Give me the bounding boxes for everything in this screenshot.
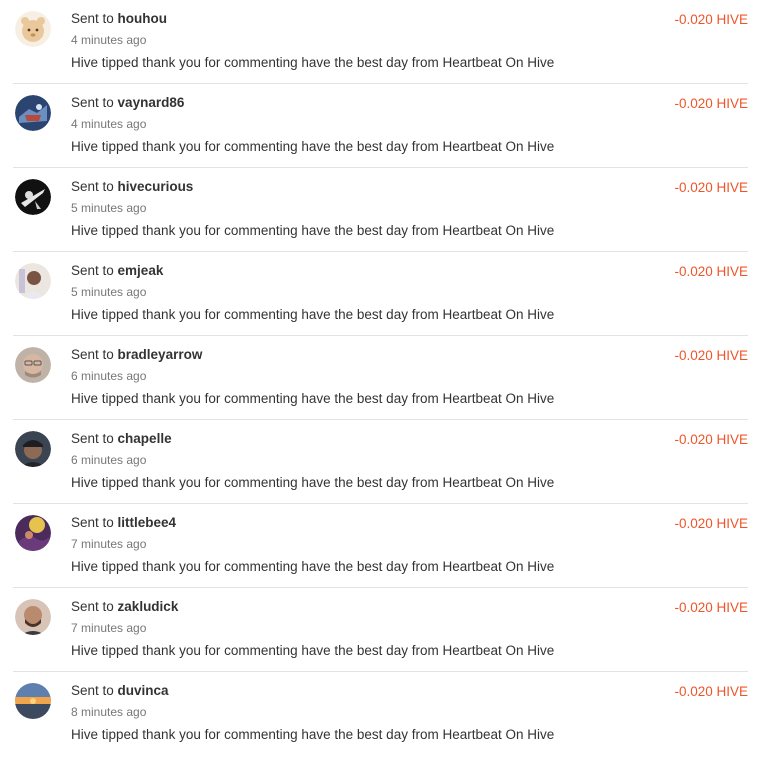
sent-to-label: Sent to [71, 263, 114, 278]
recipient-line: Sent to bradleyarrow [71, 347, 202, 363]
hivecurious-avatar[interactable] [15, 179, 51, 215]
timestamp: 6 minutes ago [71, 453, 147, 467]
transaction-row: Sent to vaynard86 4 minutes ago Hive tip… [13, 84, 748, 168]
amount: -0.020 HIVE [674, 348, 748, 363]
timestamp: 7 minutes ago [71, 621, 147, 635]
transaction-list: Sent to houhou 4 minutes ago Hive tipped… [0, 0, 768, 756]
timestamp: 8 minutes ago [71, 705, 147, 719]
transaction-row: Sent to emjeak 5 minutes ago Hive tipped… [13, 252, 748, 336]
recipient-line: Sent to littlebee4 [71, 515, 176, 531]
recipient-username[interactable]: bradleyarrow [118, 347, 203, 362]
amount: -0.020 HIVE [674, 96, 748, 111]
recipient-username[interactable]: duvinca [118, 683, 169, 698]
transaction-row: Sent to zakludick 7 minutes ago Hive tip… [13, 588, 748, 672]
timestamp: 4 minutes ago [71, 117, 147, 131]
recipient-line: Sent to vaynard86 [71, 95, 184, 111]
timestamp: 7 minutes ago [71, 537, 147, 551]
sent-to-label: Sent to [71, 599, 114, 614]
memo-text: Hive tipped thank you for commenting hav… [71, 139, 555, 154]
amount: -0.020 HIVE [674, 12, 748, 27]
recipient-username[interactable]: chapelle [118, 431, 172, 446]
chapelle-avatar[interactable] [15, 431, 51, 467]
transaction-row: Sent to bradleyarrow 6 minutes ago Hive … [13, 336, 748, 420]
emjeak-avatar[interactable] [15, 263, 51, 299]
amount: -0.020 HIVE [674, 684, 748, 699]
memo-text: Hive tipped thank you for commenting hav… [71, 559, 555, 574]
memo-text: Hive tipped thank you for commenting hav… [71, 643, 555, 658]
recipient-username[interactable]: zakludick [118, 599, 179, 614]
duvinca-avatar[interactable] [15, 683, 51, 719]
timestamp: 6 minutes ago [71, 369, 147, 383]
memo-text: Hive tipped thank you for commenting hav… [71, 391, 555, 406]
sent-to-label: Sent to [71, 683, 114, 698]
transaction-row: Sent to duvinca 8 minutes ago Hive tippe… [13, 672, 748, 756]
transaction-row: Sent to hivecurious 5 minutes ago Hive t… [13, 168, 748, 252]
recipient-line: Sent to houhou [71, 11, 167, 27]
timestamp: 5 minutes ago [71, 285, 147, 299]
memo-text: Hive tipped thank you for commenting hav… [71, 727, 555, 742]
recipient-line: Sent to chapelle [71, 431, 172, 447]
timestamp: 4 minutes ago [71, 33, 147, 47]
vaynard86-avatar[interactable] [15, 95, 51, 131]
houhou-avatar[interactable] [15, 11, 51, 47]
recipient-line: Sent to duvinca [71, 683, 169, 699]
recipient-line: Sent to zakludick [71, 599, 178, 615]
transaction-row: Sent to houhou 4 minutes ago Hive tipped… [13, 0, 748, 84]
sent-to-label: Sent to [71, 431, 114, 446]
recipient-username[interactable]: littlebee4 [118, 515, 177, 530]
recipient-line: Sent to hivecurious [71, 179, 193, 195]
recipient-username[interactable]: vaynard86 [118, 95, 185, 110]
bradleyarrow-avatar[interactable] [15, 347, 51, 383]
recipient-line: Sent to emjeak [71, 263, 163, 279]
recipient-username[interactable]: emjeak [118, 263, 164, 278]
sent-to-label: Sent to [71, 179, 114, 194]
transaction-row: Sent to chapelle 6 minutes ago Hive tipp… [13, 420, 748, 504]
littlebee4-avatar[interactable] [15, 515, 51, 551]
transaction-row: Sent to littlebee4 7 minutes ago Hive ti… [13, 504, 748, 588]
zakludick-avatar[interactable] [15, 599, 51, 635]
amount: -0.020 HIVE [674, 516, 748, 531]
amount: -0.020 HIVE [674, 264, 748, 279]
timestamp: 5 minutes ago [71, 201, 147, 215]
amount: -0.020 HIVE [674, 180, 748, 195]
memo-text: Hive tipped thank you for commenting hav… [71, 55, 555, 70]
sent-to-label: Sent to [71, 515, 114, 530]
amount: -0.020 HIVE [674, 600, 748, 615]
recipient-username[interactable]: houhou [118, 11, 167, 26]
memo-text: Hive tipped thank you for commenting hav… [71, 475, 555, 490]
amount: -0.020 HIVE [674, 432, 748, 447]
sent-to-label: Sent to [71, 11, 114, 26]
memo-text: Hive tipped thank you for commenting hav… [71, 223, 555, 238]
recipient-username[interactable]: hivecurious [118, 179, 194, 194]
sent-to-label: Sent to [71, 95, 114, 110]
sent-to-label: Sent to [71, 347, 114, 362]
memo-text: Hive tipped thank you for commenting hav… [71, 307, 555, 322]
